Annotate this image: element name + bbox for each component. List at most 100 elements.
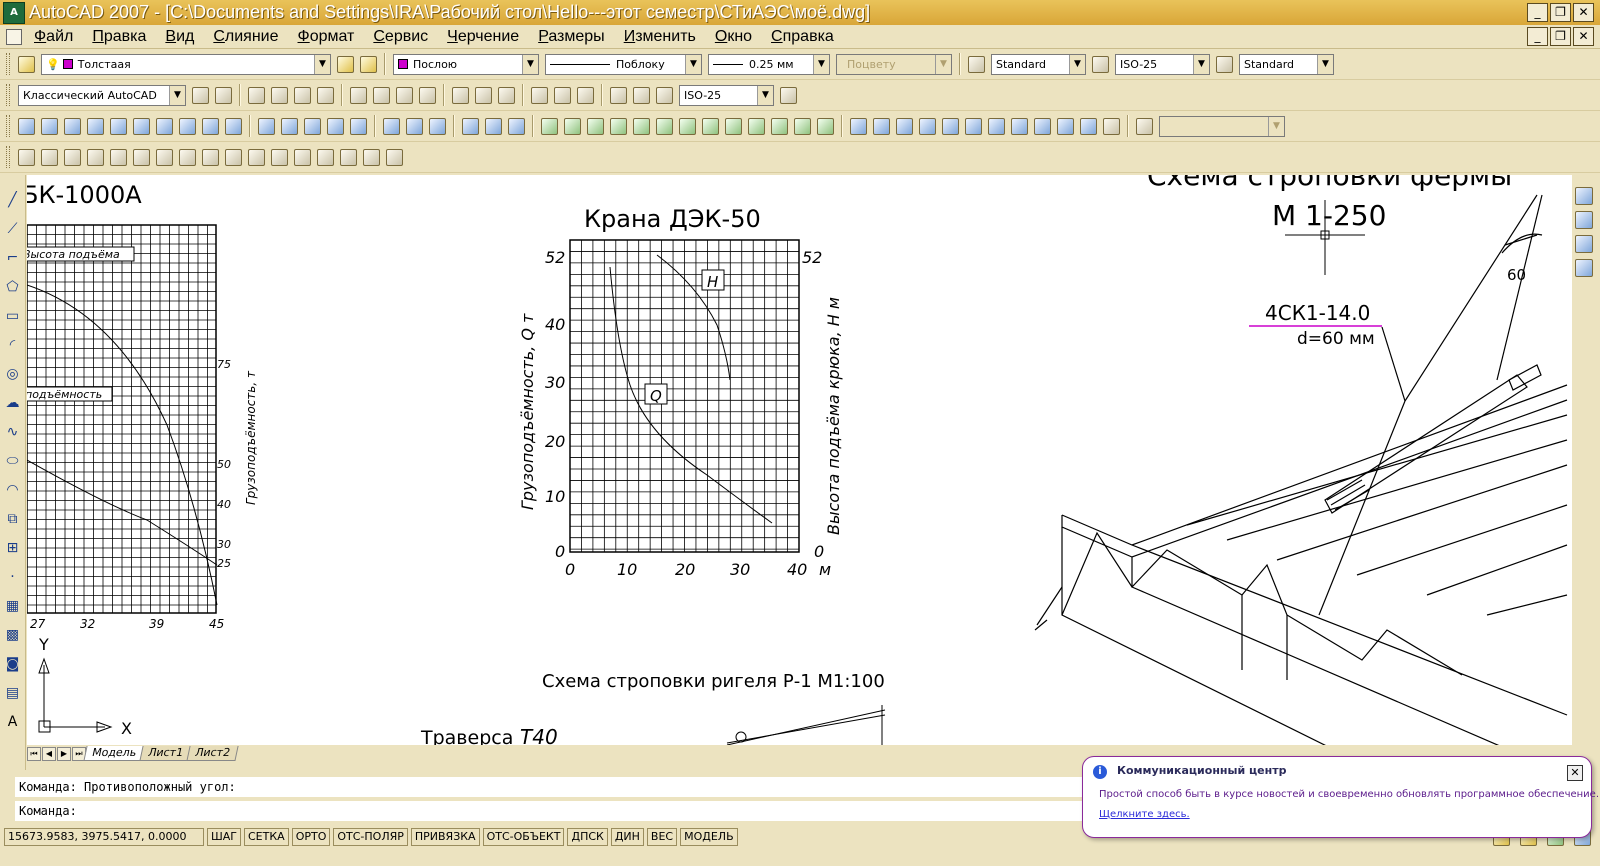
right-view-icon[interactable] — [942, 117, 959, 135]
bring-to-front-icon[interactable] — [1575, 187, 1593, 205]
revision-cloud-icon[interactable]: ☁ — [5, 392, 21, 413]
otrack-toggle[interactable]: ОТС-ОБЪЕКТ — [482, 828, 565, 846]
center-mark-icon[interactable] — [577, 86, 594, 104]
balloon-close-button[interactable]: ✕ — [1567, 765, 1583, 781]
ucs-z-axis-icon[interactable] — [702, 117, 719, 135]
chamfer-icon[interactable] — [340, 148, 357, 166]
cone-icon[interactable] — [87, 117, 104, 135]
copy-icon[interactable] — [41, 148, 58, 166]
color-dropdown[interactable]: Послою ▼ — [393, 53, 539, 75]
make-layer-current-icon[interactable] — [337, 55, 354, 73]
se-iso-view-icon[interactable] — [1034, 117, 1051, 135]
ne-iso-view-icon[interactable] — [1057, 117, 1074, 135]
sw-iso-view-icon[interactable] — [1011, 117, 1028, 135]
grid-toggle[interactable]: СЕТКА — [244, 828, 289, 846]
send-under-icon[interactable] — [1575, 259, 1593, 277]
sweep-icon[interactable] — [304, 117, 321, 135]
arc-icon[interactable]: ◜ — [5, 334, 21, 355]
polygon-icon[interactable]: ⬠ — [5, 276, 21, 297]
dimension-text-edit-icon[interactable] — [633, 86, 650, 104]
next-tab-button[interactable]: ▶ — [57, 746, 71, 761]
intersect-icon[interactable] — [429, 117, 446, 135]
ucs-icon[interactable] — [541, 117, 558, 135]
wedge-icon[interactable] — [64, 117, 81, 135]
polysolid-icon[interactable] — [18, 117, 35, 135]
revolve-icon[interactable] — [327, 117, 344, 135]
layer-dropdown[interactable]: 💡 Толстаая ▼ — [41, 53, 331, 75]
dimension-style-icon[interactable] — [780, 86, 797, 104]
doc-minimize-button[interactable]: _ — [1527, 27, 1548, 46]
cylinder-icon[interactable] — [133, 117, 150, 135]
extrude-icon[interactable] — [258, 117, 275, 135]
snap-toggle[interactable]: ШАГ — [207, 828, 241, 846]
linetype-dropdown[interactable]: Поблоку ▼ — [545, 53, 702, 75]
dimension-update-icon[interactable] — [656, 86, 673, 104]
tolerance-icon[interactable] — [554, 86, 571, 104]
toolbar-grip[interactable] — [6, 146, 10, 168]
dim-style-dropdown-2[interactable]: ISO-25 ▼ — [679, 84, 774, 106]
ortho-toggle[interactable]: ОРТО — [291, 828, 331, 846]
camera-icon[interactable] — [1103, 117, 1120, 135]
leader-icon[interactable] — [531, 86, 548, 104]
ucs-view-icon[interactable] — [656, 117, 673, 135]
ucs-origin-icon[interactable] — [679, 117, 696, 135]
erase-icon[interactable] — [18, 148, 35, 166]
ucs-object-icon[interactable] — [633, 117, 650, 135]
ucs-world-icon[interactable] — [564, 117, 581, 135]
multiline-text-icon[interactable]: A — [5, 711, 21, 732]
subtract-icon[interactable] — [406, 117, 423, 135]
left-view-icon[interactable] — [919, 117, 936, 135]
quick-dimension-icon[interactable] — [452, 86, 469, 104]
ucs-y-icon[interactable] — [771, 117, 788, 135]
polyline-icon[interactable]: ⌐ — [5, 247, 21, 268]
jogged-dimension-icon[interactable] — [373, 86, 390, 104]
ucs-3point-icon[interactable] — [725, 117, 742, 135]
workspace-save-icon[interactable] — [215, 86, 232, 104]
table-style-icon[interactable] — [1216, 55, 1233, 73]
prev-tab-button[interactable]: ◀ — [42, 746, 56, 761]
torus-icon[interactable] — [156, 117, 173, 135]
linear-dimension-icon[interactable] — [248, 86, 265, 104]
hatch-icon[interactable]: ▦ — [5, 595, 21, 616]
ucs-face-icon[interactable] — [610, 117, 627, 135]
text-style-dropdown[interactable]: Standard ▼ — [991, 53, 1086, 75]
ellipse-icon[interactable]: ⬭ — [5, 450, 21, 471]
menu-dimension[interactable]: Размеры — [538, 28, 605, 46]
line-icon[interactable]: ╱ — [5, 189, 21, 210]
ellipse-arc-icon[interactable]: ◠ — [5, 479, 21, 500]
mirror-icon[interactable] — [64, 148, 81, 166]
box-icon[interactable] — [41, 117, 58, 135]
array-icon[interactable] — [110, 148, 127, 166]
document-icon[interactable] — [6, 28, 22, 45]
tab-sheet2[interactable]: Лист2 — [186, 746, 239, 761]
ucs-apply-icon[interactable] — [817, 117, 834, 135]
ducs-toggle[interactable]: ДПСК — [567, 828, 608, 846]
continue-dimension-icon[interactable] — [498, 86, 515, 104]
osnap-toggle[interactable]: ПРИВЯЗКА — [410, 828, 480, 846]
bring-above-icon[interactable] — [1575, 235, 1593, 253]
front-view-icon[interactable] — [965, 117, 982, 135]
dyn-toggle[interactable]: ДИН — [610, 828, 644, 846]
arc-length-icon[interactable] — [294, 86, 311, 104]
menu-draw[interactable]: Черчение — [447, 28, 519, 46]
3d-align-icon[interactable] — [508, 117, 525, 135]
rotate-icon[interactable] — [156, 148, 173, 166]
lineweight-toggle[interactable]: ВЕС — [646, 828, 678, 846]
3d-move-icon[interactable] — [462, 117, 479, 135]
table-style-dropdown[interactable]: Standard ▼ — [1239, 53, 1334, 75]
sphere-icon[interactable] — [110, 117, 127, 135]
menu-file[interactable]: Файл — [34, 28, 73, 46]
explode-icon[interactable] — [386, 148, 403, 166]
ucs-x-icon[interactable] — [748, 117, 765, 135]
baseline-dimension-icon[interactable] — [475, 86, 492, 104]
layer-manager-icon[interactable] — [18, 55, 35, 73]
minimize-button[interactable]: _ — [1527, 3, 1548, 22]
3d-orbit-icon[interactable] — [1136, 117, 1153, 135]
doc-close-button[interactable]: ✕ — [1573, 27, 1594, 46]
first-tab-button[interactable]: ⏮ — [27, 746, 41, 761]
offset-icon[interactable] — [87, 148, 104, 166]
text-style-icon[interactable] — [968, 55, 985, 73]
restore-button[interactable]: ❐ — [1550, 3, 1571, 22]
send-to-back-icon[interactable] — [1575, 211, 1593, 229]
model-toggle[interactable]: МОДЕЛЬ — [680, 828, 738, 846]
